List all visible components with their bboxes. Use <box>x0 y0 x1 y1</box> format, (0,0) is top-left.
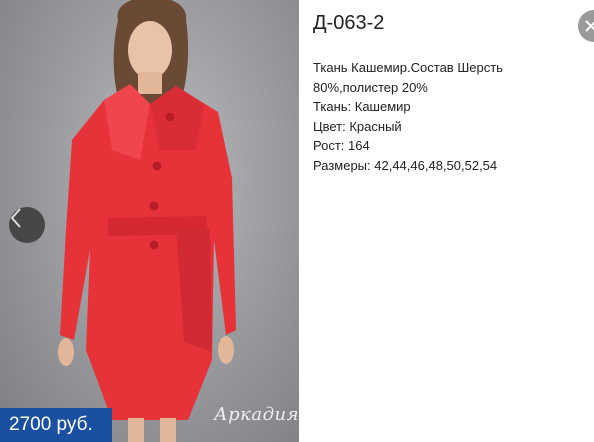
description-line: Ткань: Кашемир <box>313 99 411 114</box>
model-image <box>58 0 236 442</box>
chevron-left-icon <box>10 208 21 228</box>
description-line: Рост: 164 <box>313 138 370 153</box>
prev-image-button[interactable] <box>9 207 45 243</box>
product-title: Д-063-2 <box>313 12 385 34</box>
product-description: Ткань Кашемир.Состав Шерсть 80%,полистер… <box>313 58 581 175</box>
price-badge: 2700 руб. <box>0 408 112 442</box>
close-icon <box>585 20 594 32</box>
description-line: Размеры: 42,44,46,48,50,52,54 <box>313 157 498 173</box>
product-photo: Аркадия <box>0 0 299 442</box>
brand-watermark: Аркадия <box>214 404 299 425</box>
description-line: 80%,полистер 20% <box>313 79 428 95</box>
description-line: Ткань Кашемир.Состав Шерсть <box>313 60 503 75</box>
description-line: Цвет: Красный <box>313 118 402 134</box>
product-lightbox: Аркадия 2700 руб. Д-063-2 Ткань Кашемир.… <box>0 0 594 442</box>
close-button[interactable] <box>578 10 594 42</box>
